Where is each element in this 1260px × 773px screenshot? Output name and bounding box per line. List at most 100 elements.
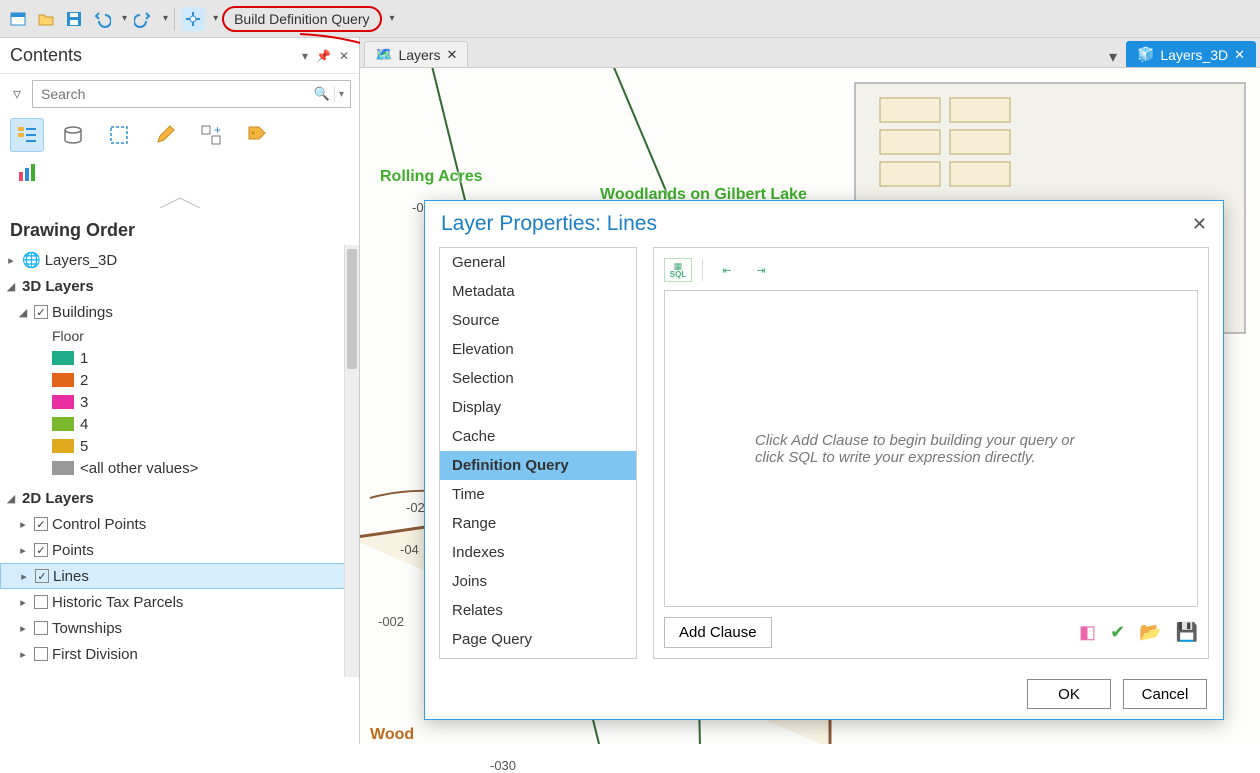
list-by-labeling-icon[interactable] [240, 118, 274, 152]
scene-label: Layers_3D [45, 252, 118, 269]
tab-layers-3d[interactable]: 🧊 Layers_3D ✕ [1126, 41, 1256, 67]
pin-icon[interactable]: 📌 [316, 49, 331, 63]
category-cache[interactable]: Cache [440, 422, 636, 451]
checkbox[interactable] [34, 517, 48, 531]
layer-townships[interactable]: ▸Townships [0, 615, 359, 641]
parcel-02: -02 [406, 500, 425, 515]
toc-scrollbar[interactable] [344, 245, 359, 677]
save-project-icon[interactable] [62, 7, 86, 31]
erase-icon[interactable]: ◧ [1079, 622, 1096, 643]
svg-text:+: + [214, 124, 221, 137]
indent-left-icon[interactable]: ⇤ [713, 258, 741, 282]
save-icon[interactable]: 💾 [1176, 622, 1198, 643]
field-floor: Floor [0, 325, 359, 347]
dropdown-icon[interactable]: ▾ [302, 49, 308, 63]
dialog-category-list[interactable]: GeneralMetadataSourceElevationSelectionD… [439, 247, 637, 659]
layer-points[interactable]: ▸Points [0, 537, 359, 563]
list-by-source-icon[interactable] [56, 118, 90, 152]
toc-tree: ▸ 🌐 Layers_3D ◢ 3D Layers ◢ Buildings Fl… [0, 245, 359, 677]
category-selection[interactable]: Selection [440, 364, 636, 393]
group-3d-label: 3D Layers [22, 278, 94, 295]
floor-other[interactable]: <all other values> [0, 457, 359, 479]
group-2d-layers[interactable]: ◢ 2D Layers [0, 485, 359, 511]
dialog-close-icon[interactable]: ✕ [1192, 214, 1207, 235]
layer-buildings-label: Buildings [52, 304, 113, 321]
indent-right-icon[interactable]: ⇥ [747, 258, 775, 282]
search-icon[interactable]: 🔍 [314, 86, 335, 102]
quick-access-toolbar: ▾ ▾ ▾ Build Definition Query ▾ [0, 0, 1260, 38]
contents-panel: Contents ▾ 📌 ✕ ▿ 🔍 ▾ + [0, 38, 360, 744]
category-metadata[interactable]: Metadata [440, 277, 636, 306]
layer-control-points[interactable]: ▸Control Points [0, 511, 359, 537]
toolbar-separator [174, 8, 175, 30]
checkbox[interactable] [34, 595, 48, 609]
sql-mode-button[interactable]: ▦ SQL [664, 258, 692, 282]
open-folder-icon[interactable]: 📂 [1139, 622, 1161, 643]
floor-5[interactable]: 5 [0, 435, 359, 457]
checkbox-buildings[interactable] [34, 305, 48, 319]
validate-icon[interactable]: ✔ [1110, 622, 1125, 643]
search-input[interactable]: 🔍 ▾ [32, 80, 351, 108]
layer-historic-tax-parcels[interactable]: ▸Historic Tax Parcels [0, 589, 359, 615]
list-by-chart-icon[interactable] [10, 156, 44, 190]
redo-dropdown-icon[interactable]: ▾ [163, 13, 168, 24]
checkbox[interactable] [34, 621, 48, 635]
ok-button[interactable]: OK [1027, 679, 1111, 709]
open-project-icon[interactable] [34, 7, 58, 31]
category-general[interactable]: General [440, 248, 636, 277]
dialog-title: Layer Properties: Lines [441, 212, 657, 236]
explore-dropdown-icon[interactable]: ▾ [213, 13, 218, 24]
search-field[interactable] [39, 85, 314, 103]
close-icon[interactable]: ✕ [339, 49, 349, 63]
tab-layers[interactable]: 🗺️ Layers ✕ [364, 41, 468, 67]
undo-dropdown-icon[interactable]: ▾ [122, 13, 127, 24]
toc-expander[interactable] [0, 196, 359, 212]
list-by-selection-icon[interactable] [102, 118, 136, 152]
floor-1[interactable]: 1 [0, 347, 359, 369]
parcel-030: -030 [490, 758, 516, 773]
layer-buildings[interactable]: ◢ Buildings [0, 299, 359, 325]
qat-customize-icon[interactable]: ▾ [390, 13, 395, 24]
list-by-editing-icon[interactable] [148, 118, 182, 152]
new-project-icon[interactable] [6, 7, 30, 31]
search-dropdown-icon[interactable]: ▾ [335, 89, 344, 100]
category-source[interactable]: Source [440, 306, 636, 335]
drawing-order-heading: Drawing Order [0, 212, 359, 245]
filter-icon[interactable]: ▿ [8, 84, 26, 104]
group-3d-layers[interactable]: ◢ 3D Layers [0, 273, 359, 299]
scene-node[interactable]: ▸ 🌐 Layers_3D [0, 247, 359, 273]
view-tab-bar: 🗺️ Layers ✕ ▾ 🧊 Layers_3D ✕ [360, 38, 1260, 68]
list-by-drawing-order-icon[interactable] [10, 118, 44, 152]
cancel-button[interactable]: Cancel [1123, 679, 1207, 709]
layer-first-division[interactable]: ▸First Division [0, 641, 359, 667]
category-definition-query[interactable]: Definition Query [440, 451, 636, 480]
close-tab-icon[interactable]: ✕ [446, 47, 457, 63]
checkbox[interactable] [34, 543, 48, 557]
add-clause-button[interactable]: Add Clause [664, 617, 772, 648]
checkbox[interactable] [35, 569, 49, 583]
checkbox[interactable] [34, 647, 48, 661]
category-relates[interactable]: Relates [440, 596, 636, 625]
redo-icon[interactable] [131, 7, 155, 31]
list-by-snapping-icon[interactable]: + [194, 118, 228, 152]
globe-icon: 🌐 [22, 251, 41, 269]
map-label-wood: Wood [370, 726, 414, 744]
map-icon: 🗺️ [375, 46, 392, 63]
category-elevation[interactable]: Elevation [440, 335, 636, 364]
floor-2[interactable]: 2 [0, 369, 359, 391]
close-tab-icon[interactable]: ✕ [1234, 47, 1245, 63]
explore-tool-icon[interactable] [181, 7, 205, 31]
category-joins[interactable]: Joins [440, 567, 636, 596]
parcel-002a: -002 [378, 614, 404, 629]
undo-icon[interactable] [90, 7, 114, 31]
layer-lines[interactable]: ▸Lines [0, 563, 359, 589]
category-page-query[interactable]: Page Query [440, 625, 636, 654]
category-display[interactable]: Display [440, 393, 636, 422]
category-time[interactable]: Time [440, 480, 636, 509]
floor-4[interactable]: 4 [0, 413, 359, 435]
build-definition-query-command[interactable]: Build Definition Query [222, 6, 381, 32]
tab-overflow-icon[interactable]: ▾ [1104, 47, 1122, 67]
category-indexes[interactable]: Indexes [440, 538, 636, 567]
floor-3[interactable]: 3 [0, 391, 359, 413]
category-range[interactable]: Range [440, 509, 636, 538]
